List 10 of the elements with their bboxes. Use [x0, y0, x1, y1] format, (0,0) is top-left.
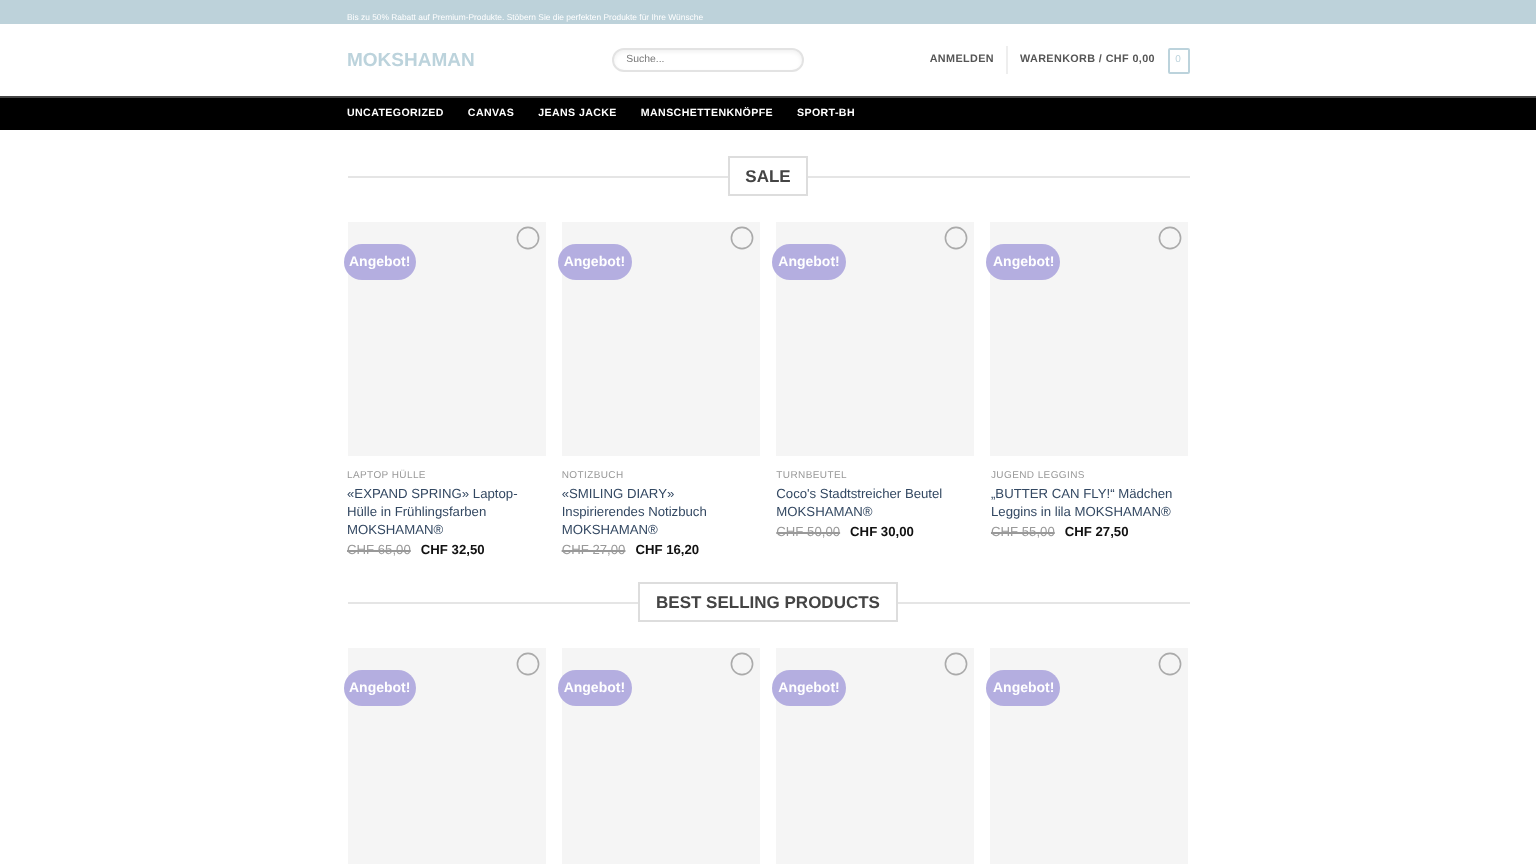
section-title: BEST SELLING PRODUCTS	[638, 582, 898, 622]
wishlist-icon[interactable]	[515, 226, 539, 250]
section-title: SALE	[727, 156, 809, 196]
wishlist-icon[interactable]	[515, 652, 539, 676]
wishlist-icon[interactable]	[729, 652, 754, 676]
wishlist-icon[interactable]	[729, 226, 754, 250]
wishlist-icon[interactable]	[1158, 652, 1183, 676]
wishlist-icon[interactable]	[1158, 226, 1183, 250]
wishlist-icon[interactable]	[944, 652, 969, 676]
wishlist-icon[interactable]	[944, 226, 969, 250]
